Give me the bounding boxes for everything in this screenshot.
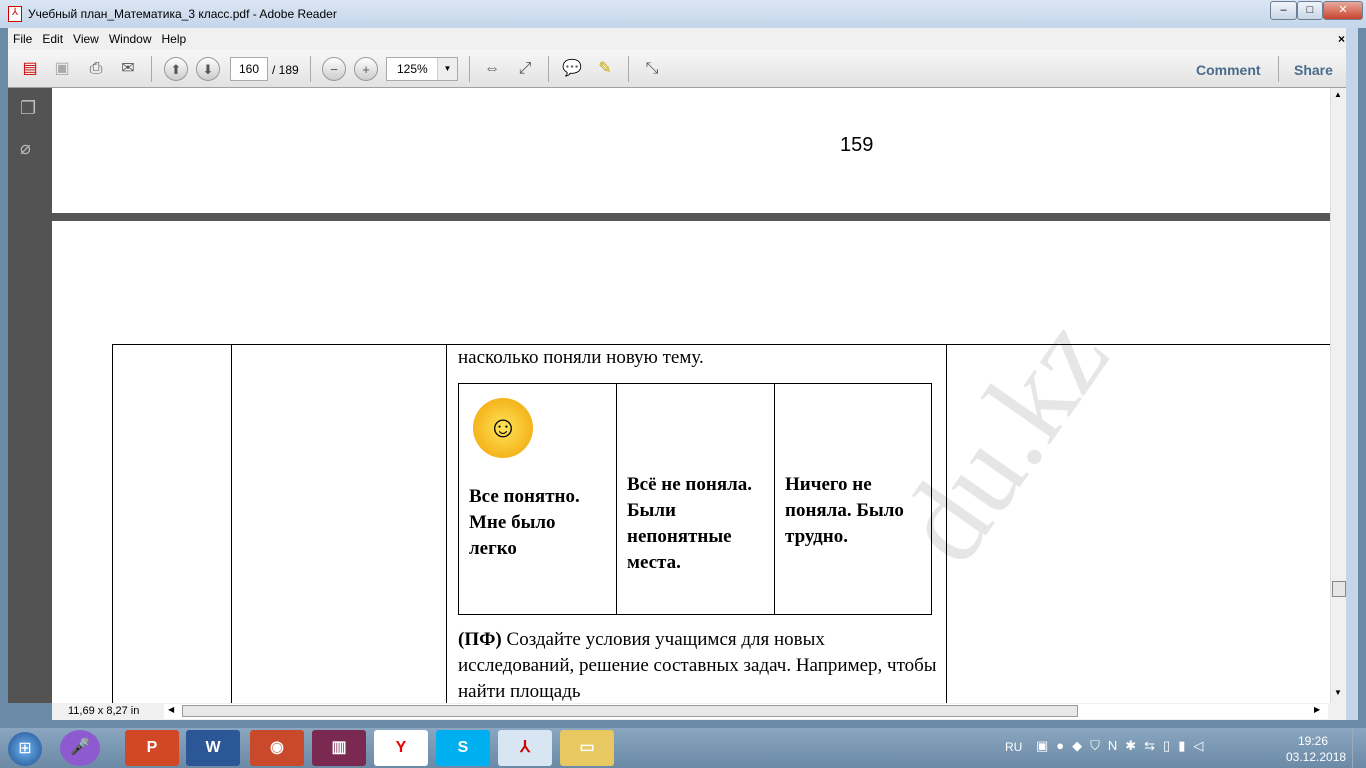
next-page-icon[interactable]: ⬇	[196, 57, 220, 81]
navigation-pane: ❐ ⌀	[8, 88, 52, 703]
maximize-button[interactable]: □	[1297, 1, 1323, 20]
smiley-thumbs-up-icon: ☺	[473, 398, 533, 458]
attachments-icon[interactable]: ⌀	[20, 138, 31, 159]
option-hard: Ничего не поняла. Было трудно.	[785, 474, 904, 547]
title-bar: ⅄ Учебный план_Математика_3 класс.pdf - …	[0, 0, 1366, 28]
show-desktop-button[interactable]	[1352, 728, 1366, 768]
share-button[interactable]: Share	[1294, 62, 1333, 78]
pages-icon[interactable]: ❐	[20, 98, 36, 119]
menu-file[interactable]: File	[8, 28, 37, 50]
self-assessment-table: ☺ Все понятно. Мне было легко Всё не пон…	[458, 383, 932, 615]
close-button[interactable]: ✕	[1323, 1, 1363, 20]
pdf-icon: ⅄	[8, 6, 22, 22]
full-screen-icon[interactable]: ⤡	[640, 57, 664, 81]
scroll-down-icon[interactable]: ▼	[1334, 688, 1342, 697]
explorer-icon[interactable]: ▭	[560, 730, 614, 766]
minimize-button[interactable]: –	[1270, 1, 1297, 20]
menu-edit[interactable]: Edit	[37, 28, 68, 50]
powerpoint-icon[interactable]: P	[125, 730, 179, 766]
status-bar: 11,69 x 8,27 in ◀ ▶	[52, 703, 1346, 720]
mic-app-icon[interactable]: 🎤	[60, 730, 100, 766]
tray-icons[interactable]: ▣●◆⛉N✱⇆▯▮◁	[1036, 738, 1211, 754]
page-number-input[interactable]: 160	[230, 57, 268, 81]
start-button[interactable]: ⊞	[8, 732, 42, 766]
zoom-in-icon[interactable]: +	[354, 57, 378, 81]
browser-icon[interactable]: ◉	[250, 730, 304, 766]
word-icon[interactable]: W	[186, 730, 240, 766]
window-title: Учебный план_Математика_3 класс.pdf - Ad…	[28, 7, 337, 21]
sticky-note-icon[interactable]: 💬	[560, 57, 584, 81]
language-indicator[interactable]: RU	[1005, 740, 1022, 754]
option-easy: ☺ Все понятно. Мне было легко	[459, 384, 617, 614]
chevron-down-icon[interactable]: ▼	[437, 58, 457, 80]
menu-bar: File Edit View Window Help ×	[8, 28, 1358, 50]
previous-page-icon[interactable]: ⬆	[164, 57, 188, 81]
menu-view[interactable]: View	[68, 28, 104, 50]
page-number: 159	[840, 134, 874, 156]
h-scroll-thumb[interactable]	[182, 705, 1078, 717]
vertical-scrollbar[interactable]: ▲ ▼	[1330, 88, 1346, 703]
scroll-up-icon[interactable]: ▲	[1334, 90, 1342, 99]
comment-button[interactable]: Comment	[1196, 62, 1261, 78]
page-separator	[52, 213, 1330, 221]
fit-page-icon[interactable]: ⤢	[513, 57, 537, 81]
yandex-icon[interactable]: Y	[374, 730, 428, 766]
clock-time[interactable]: 19:26	[1298, 734, 1328, 748]
zoom-select[interactable]: 125% ▼	[386, 57, 458, 81]
print-icon[interactable]: ⎙	[84, 57, 108, 81]
option-partial: Всё не поняла. Были непонятные места.	[617, 384, 775, 614]
email-icon[interactable]: ✉	[116, 57, 140, 81]
highlight-text-icon[interactable]: ✎	[593, 57, 617, 81]
scroll-thumb[interactable]	[1332, 581, 1346, 597]
menu-window[interactable]: Window	[104, 28, 157, 50]
taskbar: ⊞ 🎤 P W ◉ ▥ Y S ⅄ ▭ RU ▣●◆⛉N✱⇆▯▮◁ 19:26 …	[0, 728, 1366, 768]
zoom-out-icon[interactable]: −	[322, 57, 346, 81]
skype-icon[interactable]: S	[436, 730, 490, 766]
save-icon[interactable]: ▣	[50, 57, 74, 81]
create-pdf-icon[interactable]: ▤	[18, 57, 42, 81]
document-view: 159 du.kz насколько поняли новую тему. ☺…	[52, 88, 1330, 703]
page-size: 11,69 x 8,27 in	[68, 705, 140, 717]
fit-width-icon[interactable]: ⇔	[480, 57, 504, 81]
horizontal-scrollbar[interactable]: ◀ ▶	[164, 704, 1328, 719]
pf-paragraph: (ПФ) Создайте условия учащимся для новых…	[458, 629, 937, 702]
clock-date[interactable]: 03.12.2018	[1286, 750, 1346, 764]
toolbar: ▤ ▣ ⎙ ✉ ⬆ ⬇ 160 / 189 − + 125% ▼ ⇔ ⤢ 💬 ✎ …	[8, 50, 1358, 88]
page-total: / 189	[272, 63, 299, 77]
zoom-value: 125%	[397, 62, 428, 76]
winrar-icon[interactable]: ▥	[312, 730, 366, 766]
menu-help[interactable]: Help	[157, 28, 192, 50]
adobe-reader-icon[interactable]: ⅄	[498, 730, 552, 766]
intro-text: насколько поняли новую тему.	[458, 347, 704, 368]
